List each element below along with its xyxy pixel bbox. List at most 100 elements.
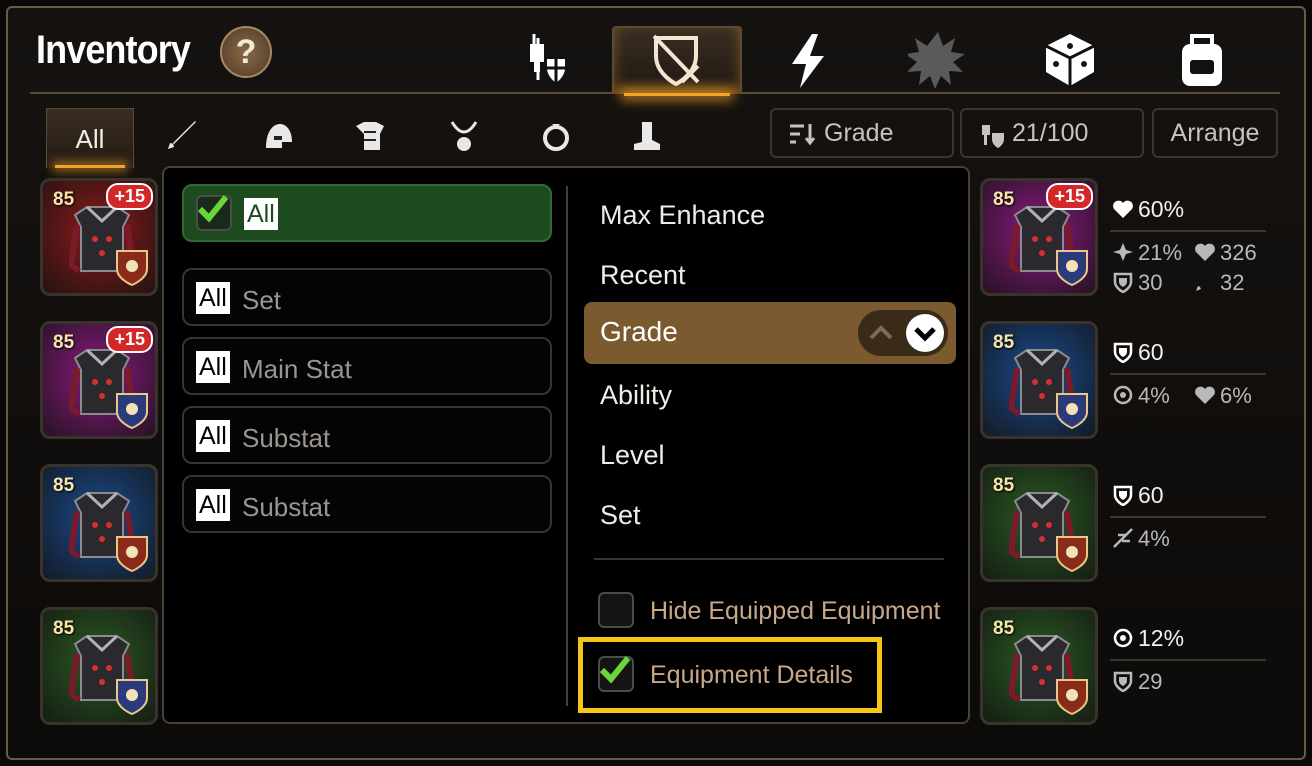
sort-direction-toggle[interactable] bbox=[858, 310, 948, 356]
knight-helmet-shield-icon[interactable] bbox=[516, 30, 576, 90]
stat-divider bbox=[1110, 373, 1266, 375]
sword-badge-icon bbox=[116, 250, 148, 287]
item-level: 85 bbox=[53, 332, 75, 353]
filter-set-button[interactable]: All Set bbox=[182, 268, 552, 326]
main-stat-value: 60 bbox=[1138, 339, 1164, 365]
item-level: 85 bbox=[53, 618, 75, 639]
item-substat: 29 bbox=[1112, 669, 1162, 695]
sword-icon[interactable] bbox=[164, 118, 200, 154]
armor-icon[interactable] bbox=[352, 118, 388, 154]
panel-divider bbox=[566, 186, 568, 706]
heart-icon bbox=[1195, 243, 1215, 261]
backpack-icon[interactable] bbox=[1172, 30, 1232, 90]
filter-label: Set bbox=[242, 285, 282, 315]
heart-icon bbox=[1113, 200, 1133, 218]
stat-divider bbox=[1110, 516, 1266, 518]
page-title: Inventory bbox=[36, 28, 191, 72]
item-main-stat: 60 bbox=[1112, 482, 1164, 509]
item-substat: 32 bbox=[1194, 270, 1244, 296]
ring-icon[interactable] bbox=[538, 118, 574, 154]
main-stat-value: 60% bbox=[1138, 196, 1185, 222]
category-all-tab[interactable]: All bbox=[46, 108, 134, 168]
target-icon bbox=[1113, 628, 1133, 648]
helmet-icon[interactable] bbox=[260, 118, 296, 154]
enhance-level-badge: +15 bbox=[1046, 183, 1093, 210]
shield-icon bbox=[1113, 272, 1133, 293]
sort-option-max-enhance[interactable]: Max Enhance bbox=[600, 200, 765, 231]
equipment-item-slot[interactable]: 85 +15 bbox=[40, 321, 158, 439]
equipment-item-slot[interactable]: 85 bbox=[980, 321, 1098, 439]
filter-all-button[interactable]: All bbox=[182, 184, 552, 242]
sort-option-recent[interactable]: Recent bbox=[600, 260, 686, 291]
substat-value: 32 bbox=[1220, 270, 1245, 295]
item-level: 85 bbox=[993, 475, 1015, 496]
item-main-stat: 12% bbox=[1112, 625, 1184, 652]
arrange-button[interactable]: Arrange bbox=[1152, 108, 1278, 158]
filter-all-checkbox[interactable] bbox=[196, 195, 232, 231]
necklace-icon[interactable] bbox=[446, 118, 482, 154]
item-level: 85 bbox=[993, 332, 1015, 353]
equipment-item-slot[interactable]: 85 bbox=[980, 607, 1098, 725]
stat-divider bbox=[1110, 230, 1266, 232]
crit-badge-icon bbox=[1056, 393, 1088, 430]
chevron-up-icon[interactable] bbox=[868, 322, 894, 344]
equipment-item-slot[interactable]: 85 +15 bbox=[40, 178, 158, 296]
main-stat-value: 12% bbox=[1138, 625, 1185, 651]
substat-value: 326 bbox=[1220, 240, 1257, 265]
help-button[interactable]: ? bbox=[220, 26, 272, 78]
sort-option-grade-label: Grade bbox=[600, 316, 678, 347]
star-badge-icon bbox=[116, 679, 148, 716]
filter-tag: All bbox=[196, 282, 230, 314]
equipment-item-slot[interactable]: 85 bbox=[980, 464, 1098, 582]
filter-tag: All bbox=[196, 420, 230, 452]
spiky-burst-icon[interactable] bbox=[908, 30, 968, 90]
substat-value: 29 bbox=[1138, 669, 1163, 694]
crit-icon bbox=[1113, 243, 1133, 261]
capacity-icon bbox=[982, 125, 1004, 148]
filter-label: Substat bbox=[242, 492, 331, 522]
equipment-item-slot[interactable]: 85 bbox=[40, 607, 158, 725]
sort-option-grade-selected[interactable]: Grade bbox=[584, 302, 956, 364]
dice-cube-icon[interactable] bbox=[1040, 30, 1100, 90]
shield-icon bbox=[1113, 671, 1133, 692]
item-level: 85 bbox=[993, 618, 1015, 639]
sort-option-set[interactable]: Set bbox=[600, 500, 641, 531]
filter-label: Substat bbox=[242, 423, 331, 453]
crossed-sword-shield-icon[interactable] bbox=[646, 30, 706, 90]
item-substat: 4% bbox=[1112, 383, 1170, 409]
filter-substat-button[interactable]: All Substat bbox=[182, 475, 552, 533]
shield-icon bbox=[1113, 342, 1133, 363]
boots-icon[interactable] bbox=[628, 118, 664, 154]
chevron-down-button[interactable] bbox=[906, 314, 944, 352]
item-substat: 6% bbox=[1194, 383, 1252, 409]
filter-tag: All bbox=[196, 489, 230, 521]
item-substat: 30 bbox=[1112, 270, 1162, 296]
hide-equipped-checkbox[interactable] bbox=[598, 592, 634, 628]
hide-equipped-toggle[interactable]: Hide Equipped Equipment bbox=[598, 592, 941, 632]
sort-option-ability[interactable]: Ability bbox=[600, 380, 672, 411]
equipment-item-slot[interactable]: 85 bbox=[40, 464, 158, 582]
item-substat: 4% bbox=[1112, 526, 1170, 552]
item-substat: 326 bbox=[1194, 240, 1257, 266]
filter-substat-button[interactable]: All Substat bbox=[182, 406, 552, 464]
capacity-indicator: 21/100 bbox=[960, 108, 1144, 158]
sort-button[interactable]: Grade bbox=[770, 108, 954, 158]
burst-badge-icon bbox=[1056, 679, 1088, 716]
shield-icon bbox=[1113, 485, 1133, 506]
heart-badge-icon bbox=[1056, 250, 1088, 287]
sword-badge-icon bbox=[1056, 536, 1088, 573]
filter-label: Main Stat bbox=[242, 354, 352, 384]
substat-value: 6% bbox=[1220, 383, 1252, 408]
checkmark-icon bbox=[197, 195, 229, 223]
substat-value: 30 bbox=[1138, 270, 1163, 295]
filter-main-stat-button[interactable]: All Main Stat bbox=[182, 337, 552, 395]
heart-icon bbox=[1195, 386, 1215, 404]
item-level: 85 bbox=[53, 475, 75, 496]
stat-divider bbox=[1110, 659, 1266, 661]
sort-option-level[interactable]: Level bbox=[600, 440, 665, 471]
hide-equipped-label: Hide Equipped Equipment bbox=[650, 597, 941, 625]
substat-value: 4% bbox=[1138, 383, 1170, 408]
equipment-item-slot[interactable]: 85 +15 bbox=[980, 178, 1098, 296]
lightning-icon[interactable] bbox=[778, 30, 838, 90]
main-stat-value: 60 bbox=[1138, 482, 1164, 508]
